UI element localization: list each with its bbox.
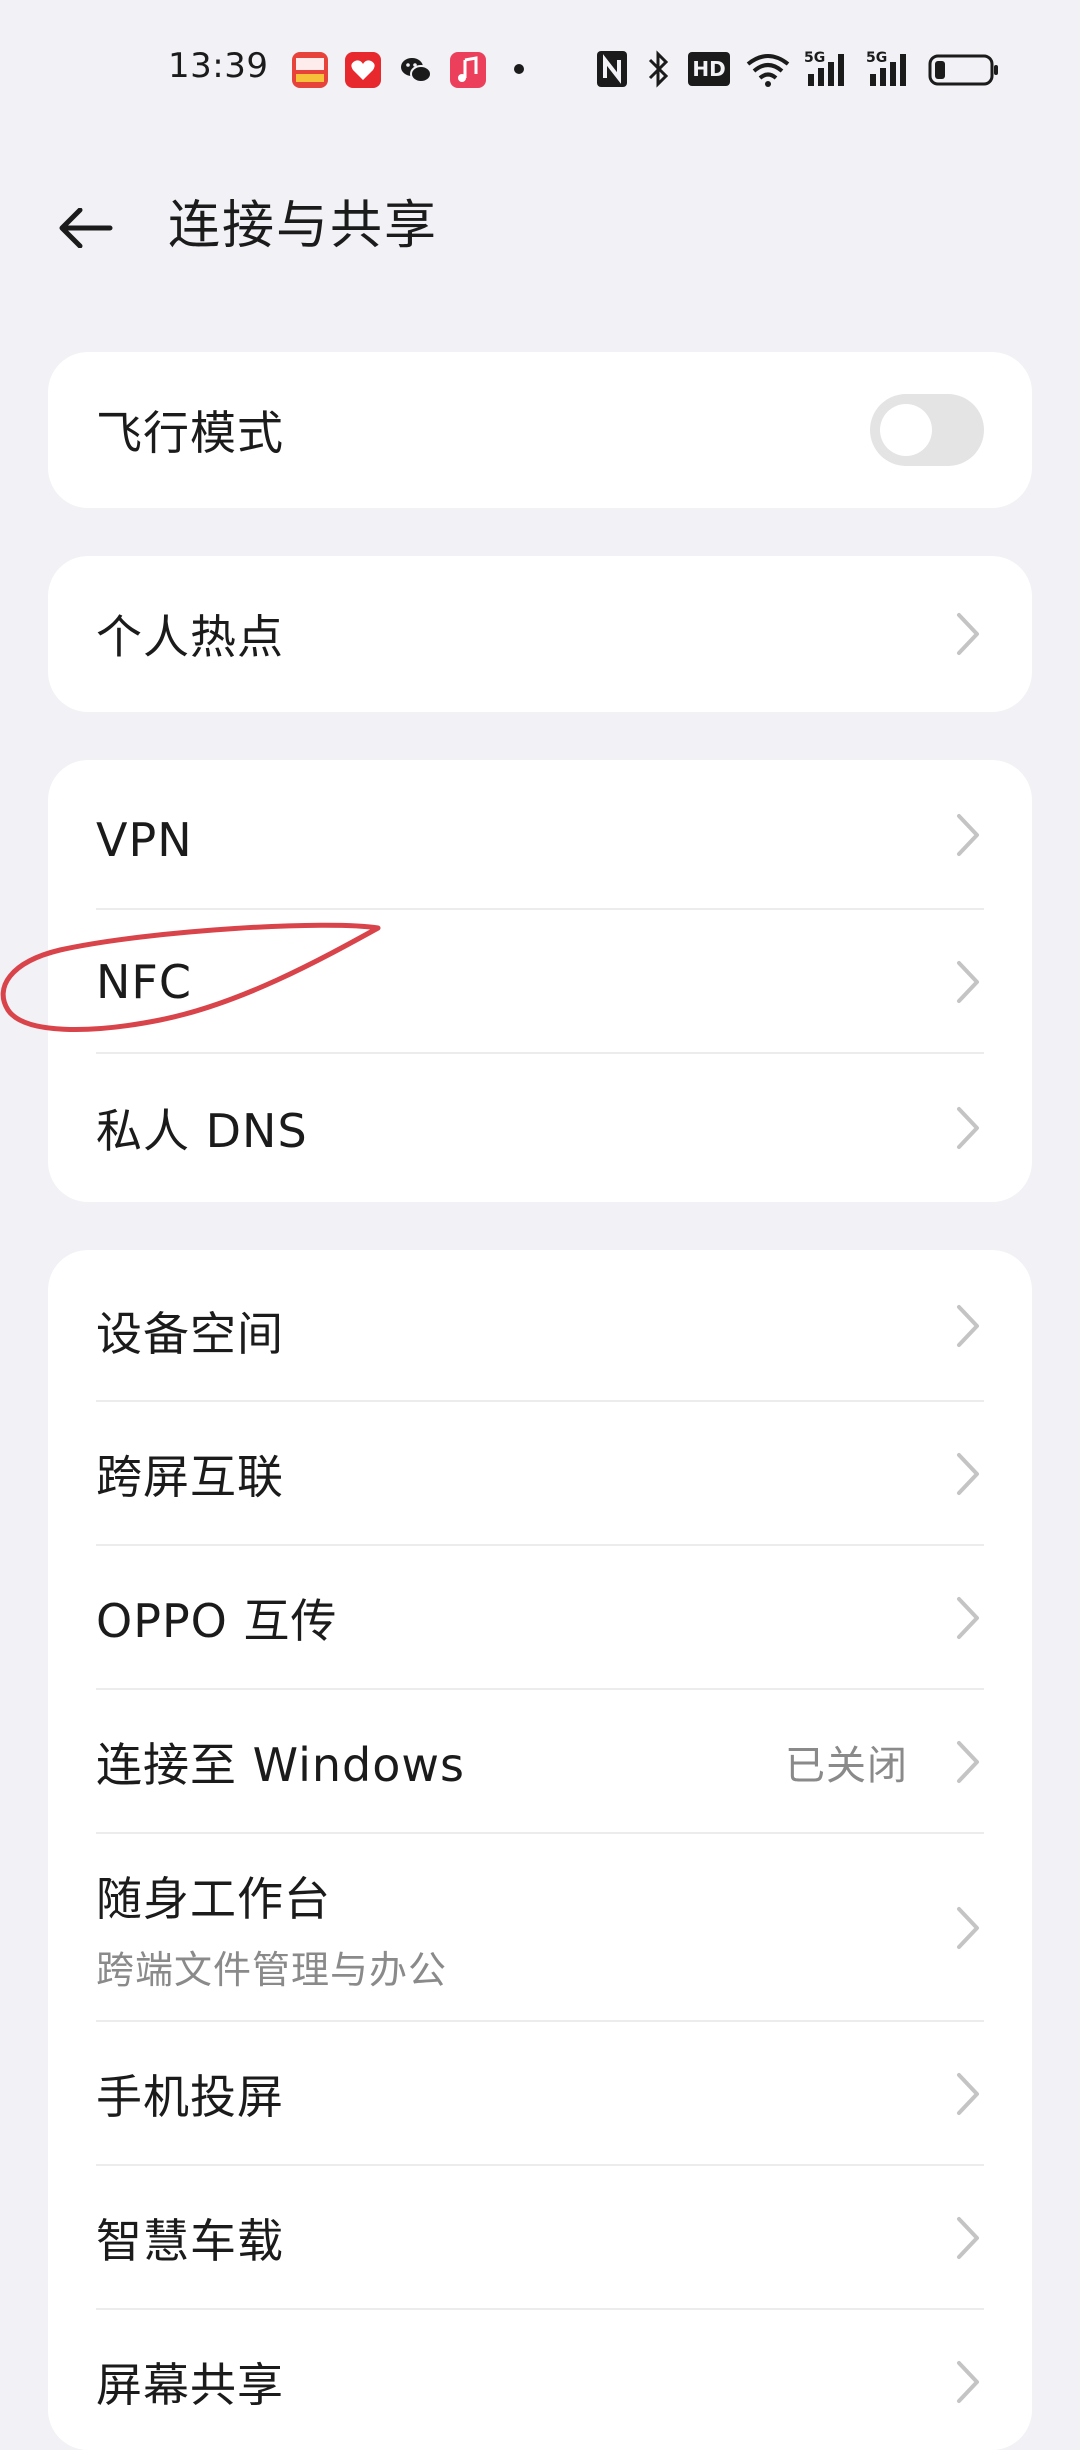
hotspot-label: 个人热点 (96, 610, 284, 664)
airplane-card: 飞行模式 (48, 352, 1032, 508)
battery-icon (928, 54, 1000, 90)
airplane-mode-label: 飞行模式 (96, 406, 284, 460)
page-title: 连接与共享 (168, 196, 439, 256)
arrow-left-icon (59, 208, 113, 248)
chevron-right-icon (957, 1907, 979, 1949)
hotspot-card: 个人热点 (48, 556, 1032, 712)
oppo-share-label: OPPO 互传 (96, 1594, 338, 1648)
more-notifications-dot (514, 64, 524, 74)
chevron-right-icon (957, 1597, 979, 1639)
airplane-mode-toggle[interactable] (870, 394, 984, 466)
airplane-mode-row[interactable]: 飞行模式 (48, 352, 1032, 508)
private-dns-row[interactable]: 私人 DNS (48, 1054, 1032, 1202)
portable-workstation-subtitle: 跨端文件管理与办公 (96, 1947, 448, 1992)
portable-workstation-text: 随身工作台 跨端文件管理与办公 (96, 1863, 447, 1994)
bluetooth-icon (646, 50, 670, 92)
music-icon (450, 52, 486, 88)
cross-screen-label: 跨屏互联 (96, 1450, 284, 1504)
toggle-knob (880, 404, 932, 456)
private-dns-label: 私人 DNS (96, 1104, 308, 1158)
hotspot-row[interactable]: 个人热点 (48, 556, 1032, 712)
chevron-right-icon (957, 814, 979, 856)
chevron-right-icon (957, 2073, 979, 2115)
signal-5g-icon: 5G (804, 48, 852, 92)
svg-text:5G: 5G (866, 50, 887, 66)
taobao-icon (345, 52, 381, 88)
status-bar: 13:39 HD 5G 5G (0, 0, 1080, 140)
oppo-share-row[interactable]: OPPO 互传 (48, 1546, 1032, 1690)
chevron-right-icon (957, 1305, 979, 1347)
smart-car-label: 智慧车载 (96, 2214, 284, 2268)
chevron-right-icon (957, 1741, 979, 1783)
portable-workstation-row[interactable]: 随身工作台 跨端文件管理与办公 (48, 1834, 1032, 2022)
vpn-label: VPN (96, 813, 193, 867)
cross-screen-row[interactable]: 跨屏互联 (48, 1402, 1032, 1546)
nfc-label: NFC (96, 955, 192, 1009)
chevron-right-icon (957, 613, 979, 655)
toutiao-icon (292, 52, 328, 88)
screen-cast-label: 手机投屏 (96, 2070, 284, 2124)
connect-windows-status: 已关闭 (785, 1743, 908, 1789)
connect-windows-row[interactable]: 连接至 Windows 已关闭 (48, 1690, 1032, 1834)
device-space-label: 设备空间 (96, 1307, 284, 1361)
device-space-row[interactable]: 设备空间 (48, 1250, 1032, 1402)
nfc-row[interactable]: NFC (48, 910, 1032, 1054)
chevron-right-icon (957, 1453, 979, 1495)
nfc-icon (596, 50, 628, 92)
chevron-right-icon (957, 961, 979, 1003)
chevron-right-icon (957, 2361, 979, 2403)
wechat-icon (398, 52, 434, 88)
screen-share-row[interactable]: 屏幕共享 (48, 2310, 1032, 2450)
network-card: VPN NFC 私人 DNS (48, 760, 1032, 1202)
screen-cast-row[interactable]: 手机投屏 (48, 2022, 1032, 2166)
hd-label: HD (692, 57, 726, 81)
connect-windows-label: 连接至 Windows (96, 1738, 465, 1792)
smart-car-row[interactable]: 智慧车载 (48, 2166, 1032, 2310)
screen-share-label: 屏幕共享 (96, 2358, 284, 2412)
wifi-icon (746, 50, 790, 92)
chevron-right-icon (957, 2217, 979, 2259)
svg-text:5G: 5G (804, 50, 825, 66)
devices-card: 设备空间 跨屏互联 OPPO 互传 连接至 Windows 已关闭 随身工作台 … (48, 1250, 1032, 2450)
hd-icon: HD (688, 52, 730, 86)
status-time: 13:39 (168, 46, 269, 86)
portable-workstation-label: 随身工作台 (96, 1871, 331, 1926)
back-button[interactable] (44, 186, 128, 270)
vpn-row[interactable]: VPN (48, 760, 1032, 910)
signal-5g-icon: 5G (866, 48, 914, 92)
chevron-right-icon (957, 1107, 979, 1149)
